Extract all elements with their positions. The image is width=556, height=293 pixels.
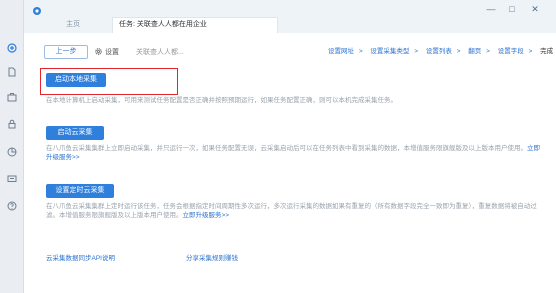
maximize-icon[interactable]: □ <box>505 3 519 15</box>
start-local-collection-button[interactable]: 启动本地采集 <box>46 73 106 87</box>
step-paging[interactable]: 翻页 > <box>468 48 493 55</box>
tab-bar: 主页 任务: 关联查人人都在用企业 — □ ✕ <box>24 0 556 36</box>
share-rules-link[interactable]: 分享采集规则赚钱 <box>186 252 238 262</box>
document-icon[interactable] <box>6 66 18 78</box>
step-url[interactable]: 设置网址 > <box>328 48 366 55</box>
tab-task[interactable]: 任务: 关联查人人都在用企业 <box>112 17 278 33</box>
gear-icon[interactable] <box>94 47 103 56</box>
step-type[interactable]: 设置采集类型 > <box>370 48 421 55</box>
cloud-collection-description: 在八爪鱼云采集集群上立即启动采集，并只运行一次，如果任务配置无误，云采集启动后可… <box>46 145 540 161</box>
app-logo-icon <box>32 6 42 16</box>
step-finish: 完成 <box>540 48 554 55</box>
step-list[interactable]: 设置列表 > <box>426 48 464 55</box>
pie-chart-icon[interactable] <box>6 146 18 158</box>
close-icon[interactable]: ✕ <box>528 3 542 15</box>
task-name-input[interactable]: 关联查人人都... <box>136 47 184 57</box>
api-docs-link[interactable]: 云采集数据同步API说明 <box>46 252 115 262</box>
step-breadcrumb: 设置网址 > 设置采集类型 > 设置列表 > 翻页 > 设置字段 > 完成 <box>328 45 556 55</box>
plus-circle-icon[interactable] <box>6 42 18 54</box>
briefcase-icon[interactable] <box>6 91 18 103</box>
local-collection-description: 在本地计算机上启动采集，可用来测试任务配置是否正确并按照预期运行，如果任务配置正… <box>46 97 397 104</box>
settings-label[interactable]: 设置 <box>105 47 119 57</box>
scheduled-collection-description: 在八爪鱼云采集集群上定时运行该任务，任务会根据指定时间周期性多次运行，多次运行采… <box>46 203 537 219</box>
lock-icon[interactable] <box>6 118 18 130</box>
scheduled-cloud-collection-button[interactable]: 设置定时云采集 <box>46 184 114 198</box>
sidebar <box>0 0 24 293</box>
upgrade-link-timer[interactable]: 立即升级服务>> <box>183 212 230 219</box>
start-cloud-collection-button[interactable]: 启动云采集 <box>46 126 104 140</box>
main-panel: 上一步 设置 关联查人人都... 设置网址 > 设置采集类型 > 设置列表 > … <box>24 33 556 293</box>
minimize-icon[interactable]: — <box>484 3 498 15</box>
back-button[interactable]: 上一步 <box>44 45 88 59</box>
tab-home[interactable]: 主页 <box>66 18 80 32</box>
step-fields[interactable]: 设置字段 > <box>498 48 536 55</box>
help-icon[interactable] <box>6 200 18 212</box>
message-icon[interactable] <box>6 173 18 185</box>
